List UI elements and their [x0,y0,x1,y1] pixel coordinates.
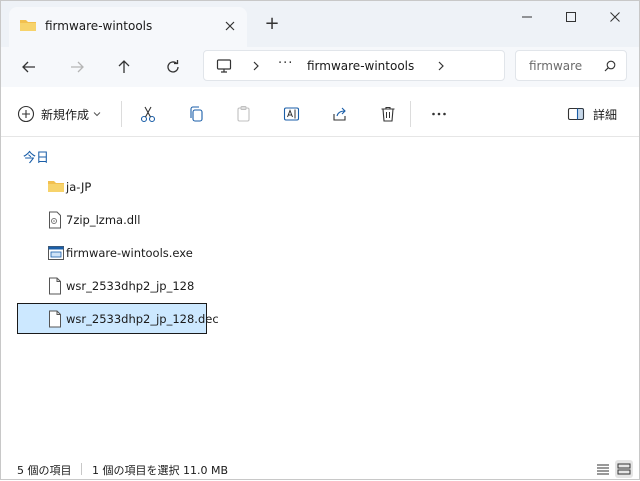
arrow-up-icon [118,60,130,73]
file-name: firmware-wintools.exe [66,246,193,260]
new-button[interactable]: 新規作成 [17,103,101,125]
new-button-label: 新規作成 [41,107,90,122]
list-item[interactable]: wsr_2533dhp2_jp_128 [17,270,207,301]
clipboard-icon [237,106,250,122]
search-box[interactable]: firmware [515,50,627,81]
dll-file-icon [47,211,63,232]
copy-icon [190,106,203,122]
file-icon [47,277,63,298]
folder-icon [47,178,65,197]
chevron-down-icon [93,112,101,117]
tiles-view-icon [617,463,631,475]
selection-info: 1 個の項目を選択 11.0 MB [92,464,229,477]
command-divider [410,101,411,127]
details-pane-button[interactable]: 詳細 [567,103,617,125]
breadcrumb-current-folder[interactable]: firmware-wintools [307,59,414,73]
details-pane-icon [567,107,585,121]
details-view-button[interactable] [594,460,612,478]
share-button[interactable] [329,103,351,125]
arrow-right-icon [71,61,84,73]
maximize-icon [566,12,576,22]
file-name: wsr_2533dhp2_jp_128.dec [66,312,219,326]
refresh-button[interactable] [159,53,187,81]
file-name: 7zip_lzma.dll [66,213,141,227]
list-item[interactable]: 7zip_lzma.dll [17,204,207,235]
exe-file-icon [47,244,65,265]
command-divider [121,101,122,127]
tab-title: firmware-wintools [45,19,153,33]
list-item-selected[interactable]: wsr_2533dhp2_jp_128.dec [17,303,219,334]
more-options-button[interactable] [428,103,450,125]
refresh-icon [167,60,179,73]
chevron-right-icon[interactable] [436,59,446,76]
title-bar: firmware-wintools + [1,1,639,47]
trash-icon [381,106,395,122]
breadcrumb-more-button[interactable]: ··· [278,56,293,71]
group-header-today[interactable]: 今日 [23,147,49,166]
this-pc-icon[interactable] [216,58,232,77]
item-count: 5 個の項目 [17,464,72,477]
tiles-view-button[interactable] [615,460,633,478]
list-view-icon [597,464,609,475]
search-input[interactable]: firmware [529,59,582,73]
plus-icon: + [264,13,280,34]
file-icon [47,310,63,331]
add-circle-icon [17,105,35,123]
file-name: ja-JP [66,180,92,194]
file-explorer-window: firmware-wintools + ··· firmware-wintool… [0,0,640,480]
details-pane-label: 詳細 [593,107,618,122]
more-horizontal-icon [432,112,446,116]
share-icon [333,107,346,121]
cut-button[interactable] [137,103,159,125]
chevron-right-icon[interactable] [251,59,261,76]
list-item[interactable]: ja-JP [17,171,207,202]
navigation-bar: ··· firmware-wintools firmware [1,47,639,87]
rename-button[interactable] [281,103,303,125]
copy-button[interactable] [185,103,207,125]
back-button[interactable] [15,53,43,81]
command-bar: 新規作成 詳細 [1,89,639,137]
address-bar[interactable]: ··· firmware-wintools [203,50,505,81]
tab-close-icon[interactable] [219,15,241,37]
rename-icon [283,107,300,121]
maximize-button[interactable] [548,1,594,33]
new-tab-button[interactable]: + [261,13,283,35]
forward-button[interactable] [63,53,91,81]
close-icon [610,12,620,22]
minimize-icon [522,16,532,18]
close-window-button[interactable] [592,1,638,33]
file-name: wsr_2533dhp2_jp_128 [66,279,195,293]
list-item[interactable]: firmware-wintools.exe [17,237,207,268]
scissors-icon [140,106,156,123]
up-button[interactable] [110,53,138,81]
status-divider [81,463,82,475]
minimize-button[interactable] [504,1,550,33]
tab-firmware-wintools[interactable]: firmware-wintools [9,7,247,47]
status-bar: 5 個の項目 1 個の項目を選択 11.0 MB [1,457,639,481]
search-icon [604,60,616,75]
paste-button[interactable] [233,103,255,125]
folder-icon [19,17,37,36]
arrow-left-icon [22,61,35,73]
delete-button[interactable] [377,103,399,125]
